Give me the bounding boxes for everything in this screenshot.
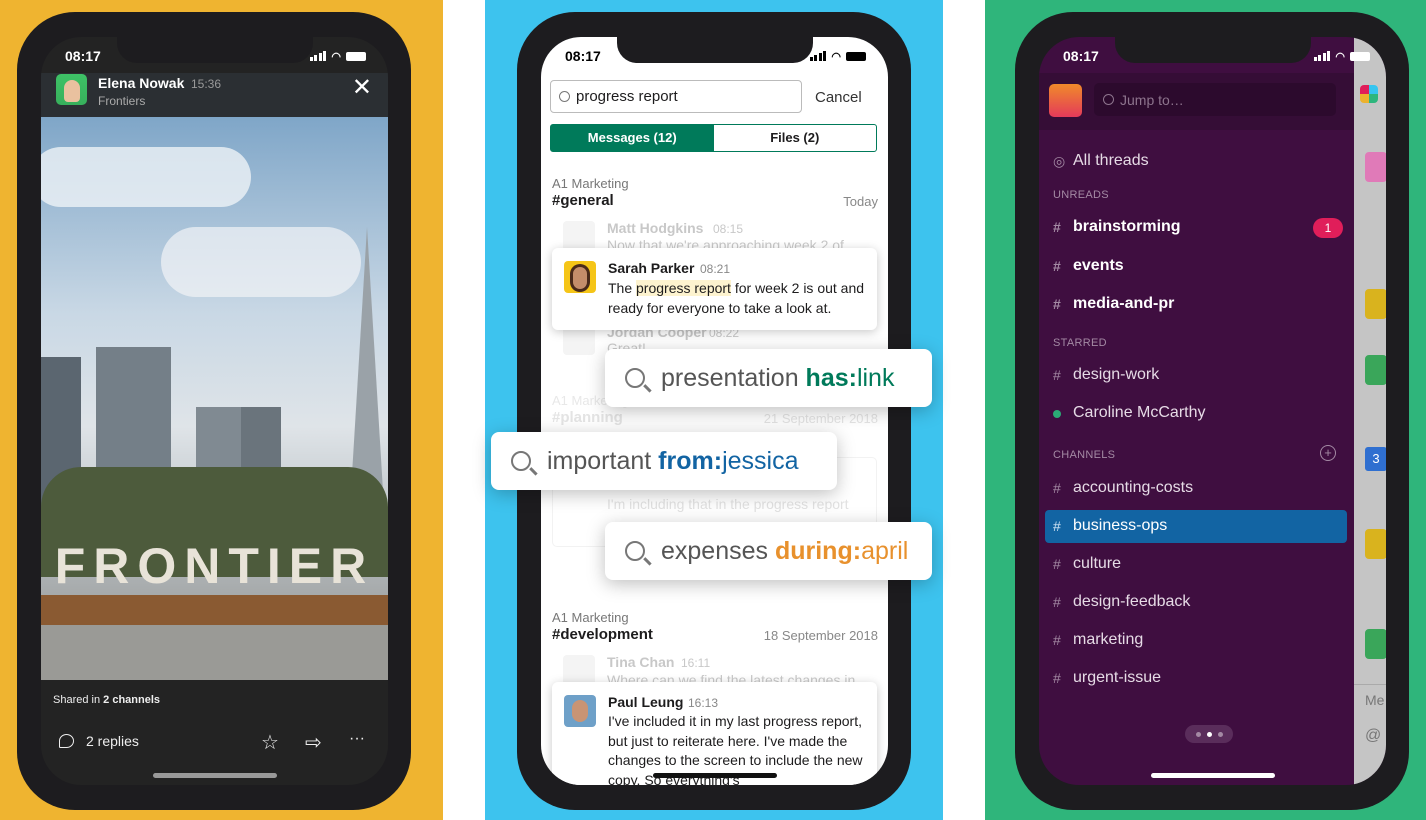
avatar [1365, 529, 1386, 559]
share-icon[interactable]: ⇨ [305, 730, 322, 755]
shared-photo[interactable]: FRONTIER [41, 117, 388, 680]
slack-logo-icon [1360, 85, 1378, 103]
sender-name: Paul Leung [608, 694, 684, 710]
channel-name[interactable]: Frontiers [98, 94, 145, 108]
sidebar-item-business-ops[interactable]: # business-ops [1053, 517, 1167, 535]
search-highlight: progress report [636, 280, 731, 296]
online-dot-icon [1053, 410, 1061, 418]
calendar-icon: 3 [1365, 447, 1386, 471]
avatar [1365, 152, 1386, 182]
avatar [564, 695, 596, 727]
mention-icon[interactable]: @ [1365, 727, 1381, 745]
workspace-icon[interactable] [1049, 84, 1082, 117]
avatar [1365, 629, 1386, 659]
jump-to-input[interactable]: Jump to… [1094, 83, 1336, 116]
phone-search: 08:17 ◠ progress report Cancel Messages (… [517, 12, 911, 810]
replies-button[interactable]: 2 replies [59, 733, 139, 749]
group-date: 18 September 2018 [763, 628, 878, 643]
close-icon[interactable]: ✕ [352, 73, 372, 102]
channel-name[interactable]: #general [552, 192, 614, 209]
section-starred: STARRED [1053, 337, 1107, 349]
sender-name: Sarah Parker [608, 260, 695, 276]
sidebar-item-marketing[interactable]: # marketing [1053, 631, 1143, 649]
search-icon [625, 368, 645, 388]
channel-name[interactable]: #planning [552, 409, 623, 426]
status-time: 08:17 [565, 48, 601, 64]
workspace-name: A1 Marketing [552, 610, 629, 625]
sidebar-item-events[interactable]: # events [1053, 257, 1124, 275]
page-indicator [1185, 725, 1233, 743]
search-result-message[interactable]: Paul Leung 16:13 I've included it in my … [552, 682, 877, 785]
phone-sidebar: 08:17 ◠ Jump to… ◎ All threads UNREADS # br… [1015, 12, 1409, 810]
message-text: The progress report for week 2 is out an… [608, 280, 865, 316]
group-date: 21 September 2018 [763, 411, 878, 426]
search-input[interactable]: progress report [550, 80, 802, 113]
faded-sender: Matt Hodgkins [607, 220, 704, 236]
avatar[interactable] [56, 74, 87, 105]
search-icon [559, 91, 570, 102]
channel-pane-peek[interactable]: 3 Me @ [1354, 37, 1386, 785]
add-channel-icon[interactable]: + [1320, 445, 1336, 461]
sidebar-item-design-feedback[interactable]: # design-feedback [1053, 593, 1190, 611]
sidebar-item-urgent-issue[interactable]: # urgent-issue [1053, 669, 1161, 687]
avatar [564, 261, 596, 293]
shared-info[interactable]: Shared in 2 channels [53, 694, 160, 706]
status-icons: ◠ [809, 48, 866, 64]
star-icon[interactable]: ☆ [261, 730, 279, 755]
faded-time: 16:11 [681, 656, 711, 670]
photo-sign: FRONTIER [54, 538, 375, 594]
cancel-button[interactable]: Cancel [815, 89, 862, 106]
sender-name[interactable]: Elena Nowak [98, 75, 184, 91]
workspace-name: A1 Marketing [552, 176, 629, 191]
search-icon [625, 541, 645, 561]
search-suggestion-during-april[interactable]: expenses during:april [605, 522, 932, 580]
message-time: 15:36 [191, 77, 222, 91]
tab-files[interactable]: Files (2) [714, 125, 877, 151]
search-icon [511, 451, 531, 471]
search-result-message[interactable]: Sarah Parker 08:21 The progress report f… [552, 248, 877, 330]
message-time: 16:13 [688, 696, 719, 710]
sidebar-item-caroline-mccarthy[interactable]: Caroline McCarthy [1053, 404, 1205, 422]
sidebar-item-all-threads[interactable]: ◎ All threads [1053, 152, 1149, 170]
sidebar-item-media-and-pr[interactable]: # media-and-pr [1053, 295, 1174, 313]
sidebar-item-culture[interactable]: # culture [1053, 555, 1121, 573]
message-input[interactable]: Me [1365, 692, 1384, 708]
search-suggestion-from-jessica[interactable]: important from:jessica [491, 432, 837, 490]
section-channels: CHANNELS [1053, 449, 1116, 461]
sidebar-item-design-work[interactable]: # design-work [1053, 366, 1159, 384]
avatar [1365, 355, 1386, 385]
phone-image-viewer: 08:17 ◠ Elena Nowak 15:36 Frontiers ✕ FRO… [17, 12, 411, 810]
tab-messages[interactable]: Messages (12) [551, 125, 714, 151]
status-icons: ◠ [1313, 48, 1370, 64]
search-icon [1103, 94, 1114, 105]
section-unreads: UNREADS [1053, 189, 1109, 201]
search-tabs: Messages (12) Files (2) [550, 124, 877, 152]
sidebar-item-brainstorming[interactable]: # brainstorming [1053, 218, 1181, 236]
faded-sender: Tina Chan [607, 654, 675, 670]
avatar [1365, 289, 1386, 319]
group-date: Today [843, 194, 878, 209]
unread-badge: 1 [1313, 218, 1343, 238]
status-icons: ◠ [309, 48, 366, 64]
thread-icon: ◎ [1053, 152, 1066, 169]
thread-icon [59, 734, 74, 748]
more-icon[interactable]: ··· [349, 730, 365, 748]
status-time: 08:17 [65, 48, 101, 64]
search-suggestion-has-link[interactable]: presentation has:link [605, 349, 932, 407]
sidebar-item-accounting-costs[interactable]: # accounting-costs [1053, 479, 1193, 497]
faded-text: I'm including that in the progress repor… [607, 496, 849, 512]
channel-name[interactable]: #development [552, 626, 653, 643]
message-time: 08:21 [700, 262, 731, 276]
faded-time: 08:15 [713, 222, 744, 236]
status-time: 08:17 [1063, 48, 1099, 64]
